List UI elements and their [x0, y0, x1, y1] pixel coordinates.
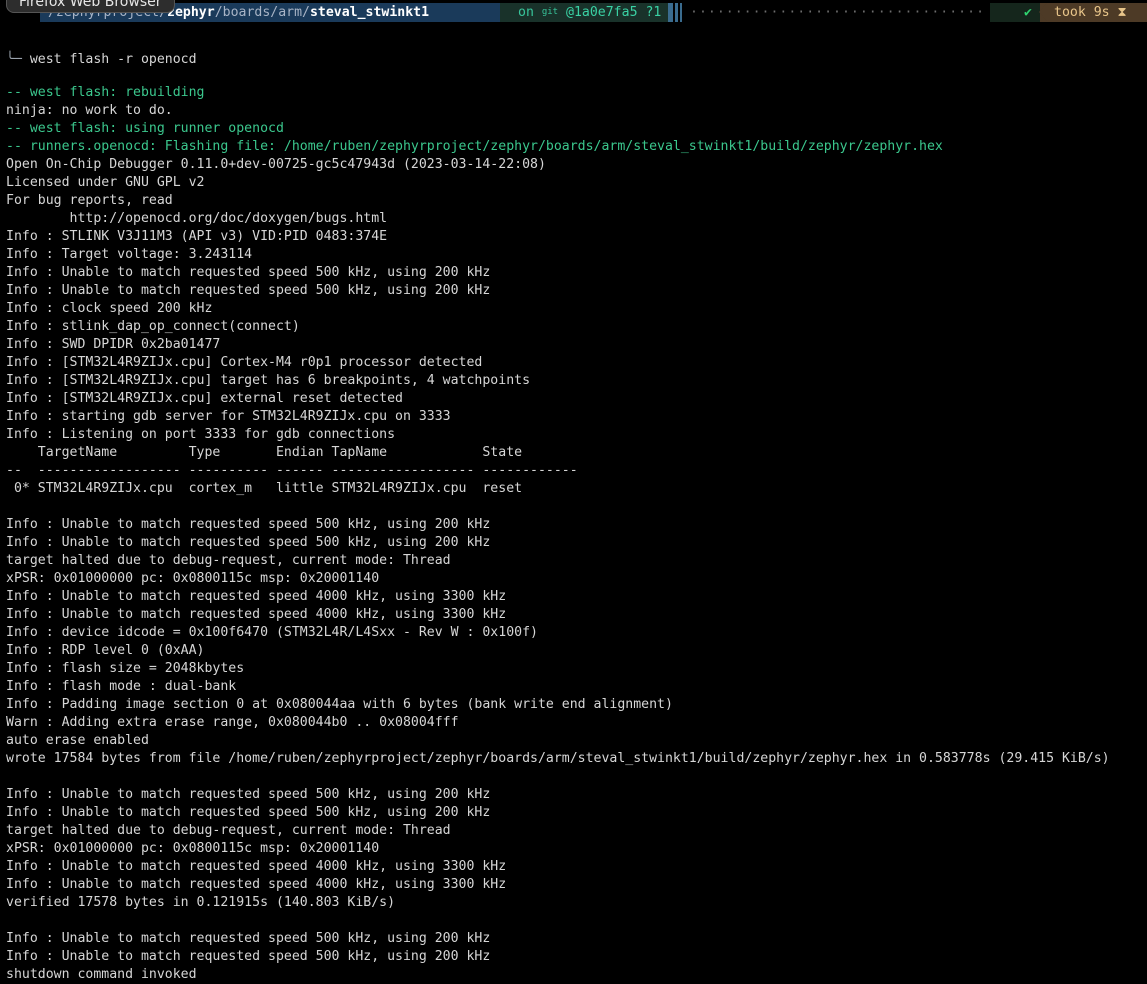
duration-label: took 9s ⧗	[1054, 5, 1127, 20]
output-line: Info : Unable to match requested speed 4…	[6, 589, 507, 604]
command-text: west flash -r openocd	[21, 52, 197, 67]
output-line: target halted due to debug-request, curr…	[6, 553, 451, 568]
output-line: Info : Unable to match requested speed 5…	[6, 949, 491, 964]
output-line: Info : Unable to match requested speed 5…	[6, 535, 491, 550]
output-line: ninja: no work to do.	[6, 103, 173, 118]
prompt-corner-icon: ╰─	[6, 52, 22, 67]
git-on-label: on	[518, 5, 542, 20]
output-line: Info : Unable to match requested speed 5…	[6, 805, 491, 820]
git-icon: git	[541, 7, 559, 17]
output-line: Info : Unable to match requested speed 5…	[6, 265, 491, 280]
output-line: Info : starting gdb server for STM32L4R9…	[6, 409, 451, 424]
output-line: Open On-Chip Debugger 0.11.0+dev-00725-g…	[6, 157, 546, 172]
output-line: Info : RDP level 0 (0xAA)	[6, 643, 205, 658]
output-line: Info : clock speed 200 kHz	[6, 301, 213, 316]
check-icon: ✔	[1024, 5, 1032, 20]
output-line: Info : SWD DPIDR 0x2ba01477	[6, 337, 221, 352]
output-line: Info : Unable to match requested speed 4…	[6, 877, 507, 892]
output-line: Info : Unable to match requested speed 4…	[6, 859, 507, 874]
output-line: Info : Unable to match requested speed 5…	[6, 787, 491, 802]
output-line: Licensed under GNU GPL v2	[6, 175, 205, 190]
output-line: target halted due to debug-request, curr…	[6, 823, 451, 838]
output-line: Info : Unable to match requested speed 5…	[6, 283, 491, 298]
output-line: -- west flash: using runner openocd	[6, 121, 284, 136]
output-line: -- ------------------ ---------- ------ …	[6, 463, 578, 478]
output-line: -- west flash: rebuilding	[6, 85, 205, 100]
output-line: Info : flash size = 2048kbytes	[6, 661, 245, 676]
command-line: ╰─ west flash -r openocd	[6, 51, 1146, 69]
output-line: TargetName Type Endian TapName State	[6, 445, 523, 460]
output-line: auto erase enabled	[6, 733, 149, 748]
output-line: Info : device idcode = 0x100f6470 (STM32…	[6, 625, 538, 640]
output-line: Info : Unable to match requested speed 4…	[6, 607, 507, 622]
path-middle: /boards/arm/	[214, 5, 310, 20]
output-line: Warn : Adding extra erase range, 0x08004…	[6, 715, 459, 730]
terminal-output: ╰─ west flash -r openocd -- west flash: …	[6, 21, 1146, 984]
prompt-duration-segment: took 9s ⧗	[1039, 3, 1147, 22]
output-line: For bug reports, read	[6, 193, 173, 208]
output-line: Info : Target voltage: 3.243114	[6, 247, 253, 262]
prompt-filler-dots: ········································…	[690, 5, 988, 20]
separator-blocks	[668, 3, 684, 22]
prompt-status-segment: ✔	[990, 3, 1040, 22]
output-line: Info : Listening on port 3333 for gdb co…	[6, 427, 396, 442]
output-line: Info : [STM32L4R9ZIJx.cpu] target has 6 …	[6, 373, 531, 388]
output-line: wrote 17584 bytes from file /home/ruben/…	[6, 751, 1110, 766]
output-line: xPSR: 0x01000000 pc: 0x0800115c msp: 0x2…	[6, 571, 380, 586]
output-line: Info : flash mode : dual-bank	[6, 679, 237, 694]
output-line: Info : [STM32L4R9ZIJx.cpu] external rese…	[6, 391, 403, 406]
output-line: verified 17578 bytes in 0.121915s (140.8…	[6, 895, 396, 910]
output-line: 0* STM32L4R9ZIJx.cpu cortex_m little STM…	[6, 481, 523, 496]
output-line: Info : Unable to match requested speed 5…	[6, 931, 491, 946]
app-tooltip: Firefox Web Browser	[6, 0, 175, 13]
output-line: xPSR: 0x01000000 pc: 0x0800115c msp: 0x2…	[6, 841, 380, 856]
output-line: Info : Padding image section 0 at 0x0800…	[6, 697, 673, 712]
output-line: -- runners.openocd: Flashing file: /home…	[6, 139, 943, 154]
output-line: Info : Unable to match requested speed 5…	[6, 517, 491, 532]
git-commit-hash: @1a0e7fa5 ?1	[566, 5, 662, 20]
output-line: Info : stlink_dap_op_connect(connect)	[6, 319, 300, 334]
path-current-dir: steval_stwinkt1	[309, 5, 430, 20]
output-line: Info : STLINK V3J11M3 (API v3) VID:PID 0…	[6, 229, 388, 244]
prompt-git-segment: on git @1a0e7fa5 ?1	[500, 3, 668, 22]
output-line: shutdown command invoked	[6, 967, 197, 982]
output-line: http://openocd.org/doc/doxygen/bugs.html	[6, 211, 388, 226]
output-line: Info : [STM32L4R9ZIJx.cpu] Cortex-M4 r0p…	[6, 355, 483, 370]
